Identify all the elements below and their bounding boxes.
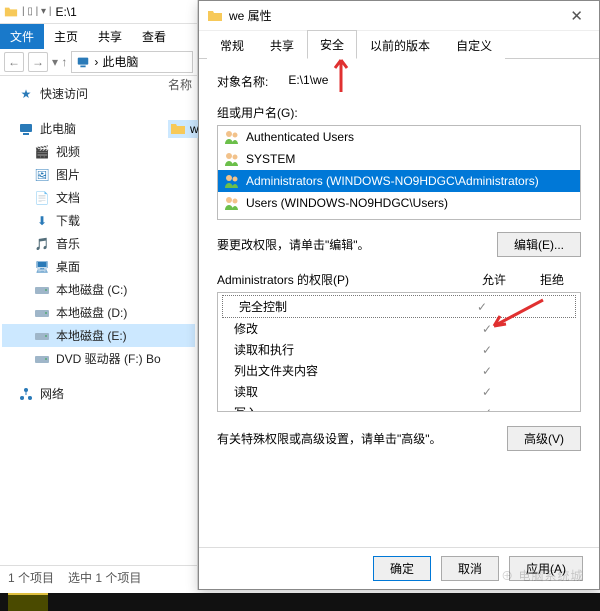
star-icon: ★: [18, 86, 34, 102]
deny-header: 拒绝: [523, 271, 581, 288]
folder-icon: 🖼: [34, 167, 50, 183]
group-label: 组或用户名(G):: [217, 104, 581, 121]
address-bar: ← → ▾ ↑ › 此电脑: [0, 48, 197, 76]
nav-fwd[interactable]: →: [28, 52, 48, 72]
allow-header: 允许: [465, 271, 523, 288]
dialog-title: we 属性: [229, 7, 272, 24]
status-count: 1 个项目: [8, 569, 54, 586]
pc-icon: [18, 121, 34, 137]
security-panel: 对象名称: E:\1\we 组或用户名(G): Authenticated Us…: [199, 59, 599, 547]
tree-quick-access[interactable]: ★ 快速访问: [2, 82, 195, 105]
tab-home[interactable]: 主页: [44, 24, 88, 49]
ribbon: 文件 主页 共享 查看: [0, 24, 197, 48]
tree-item[interactable]: 🖥桌面: [2, 255, 195, 278]
dialog-titlebar: we 属性 ✕: [199, 1, 599, 31]
check-icon: ✓: [458, 343, 516, 357]
status-bar: 1 个项目 选中 1 个项目: [0, 565, 198, 589]
folder-icon: [170, 121, 186, 137]
drive-icon: [34, 351, 50, 367]
properties-dialog: we 属性 ✕ 常规共享安全以前的版本自定义 对象名称: E:\1\we 组或用…: [198, 0, 600, 590]
explorer-titlebar: | ▯ | ▾ | E:\1: [0, 0, 197, 24]
check-icon: ✓: [458, 322, 516, 336]
taskbar-button[interactable]: [8, 593, 48, 611]
edit-hint: 要更改权限，请单击"编辑"。: [217, 236, 370, 253]
tab-share[interactable]: 共享: [88, 24, 132, 49]
tab-view[interactable]: 查看: [132, 24, 176, 49]
folder-icon: 📄: [34, 190, 50, 206]
tree-drive[interactable]: 本地磁盘 (D:): [2, 301, 195, 324]
folder-icon: 🎬: [34, 144, 50, 160]
dialog-tab[interactable]: 以前的版本: [357, 31, 443, 59]
folder-icon: 🖥: [34, 259, 50, 275]
group-row[interactable]: Users (WINDOWS-NO9HDGC\Users): [218, 192, 580, 214]
cancel-button[interactable]: 取消: [441, 556, 499, 581]
check-icon: ✓: [458, 364, 516, 378]
advanced-hint: 有关特殊权限或高级设置，请单击"高级"。: [217, 430, 442, 447]
users-icon: [224, 151, 240, 167]
permission-row[interactable]: 修改✓: [218, 318, 580, 339]
qat: | ▯ | ▾ |: [22, 6, 51, 17]
group-row[interactable]: SYSTEM: [218, 148, 580, 170]
advanced-button[interactable]: 高级(V): [507, 426, 581, 451]
network-icon: [18, 386, 34, 402]
folder-icon: [207, 8, 223, 24]
drive-icon: [34, 305, 50, 321]
tree-drive[interactable]: 本地磁盘 (E:): [2, 324, 195, 347]
permission-row[interactable]: 读取✓: [218, 381, 580, 402]
ok-button[interactable]: 确定: [373, 556, 431, 581]
permission-row[interactable]: 写入✓: [218, 402, 580, 412]
perm-label: Administrators 的权限(P): [217, 271, 465, 288]
group-row[interactable]: Authenticated Users: [218, 126, 580, 148]
drive-icon: [34, 328, 50, 344]
group-row[interactable]: Administrators (WINDOWS-NO9HDGC\Administ…: [218, 170, 580, 192]
dialog-buttons: 确定 取消 应用(A): [199, 547, 599, 589]
tree-drive[interactable]: DVD 驱动器 (F:) Bo: [2, 347, 195, 370]
users-icon: [224, 173, 240, 189]
close-button[interactable]: ✕: [562, 5, 591, 27]
dialog-tabs: 常规共享安全以前的版本自定义: [199, 31, 599, 59]
folder-icon: ⬇: [34, 213, 50, 229]
check-icon: ✓: [453, 300, 511, 314]
title-path: E:\1: [55, 5, 76, 19]
dialog-tab[interactable]: 安全: [307, 30, 357, 59]
dialog-tab[interactable]: 自定义: [443, 31, 505, 59]
drive-icon: [34, 282, 50, 298]
folder-icon: [4, 5, 18, 19]
status-selected: 选中 1 个项目: [68, 569, 141, 586]
nav-up[interactable]: ▾ ↑: [52, 55, 67, 69]
tree-drive[interactable]: 本地磁盘 (C:): [2, 278, 195, 301]
nav-back[interactable]: ←: [4, 52, 24, 72]
permission-row[interactable]: 完全控制✓: [222, 295, 576, 318]
tree-network[interactable]: 网络: [2, 382, 195, 405]
object-label: 对象名称:: [217, 73, 268, 90]
breadcrumb-box[interactable]: › 此电脑: [71, 51, 193, 73]
users-icon: [224, 129, 240, 145]
apply-button[interactable]: 应用(A): [509, 556, 583, 581]
tree-thispc[interactable]: 此电脑: [2, 117, 195, 140]
permission-row[interactable]: 列出文件夹内容✓: [218, 360, 580, 381]
check-icon: ✓: [458, 406, 516, 413]
folder-icon: 🎵: [34, 236, 50, 252]
users-icon: [224, 195, 240, 211]
object-value: E:\1\we: [288, 73, 328, 90]
permission-row[interactable]: 读取和执行✓: [218, 339, 580, 360]
permissions-list[interactable]: 完全控制✓修改✓读取和执行✓列出文件夹内容✓读取✓写入✓: [217, 292, 581, 412]
tree-item[interactable]: 🖼图片: [2, 163, 195, 186]
check-icon: ✓: [458, 385, 516, 399]
tree-item[interactable]: 🎵音乐: [2, 232, 195, 255]
group-list[interactable]: Authenticated UsersSYSTEMAdministrators …: [217, 125, 581, 220]
edit-button[interactable]: 编辑(E)...: [497, 232, 581, 257]
dialog-tab[interactable]: 常规: [207, 31, 257, 59]
dialog-tab[interactable]: 共享: [257, 31, 307, 59]
tree-item[interactable]: ⬇下载: [2, 209, 195, 232]
column-header-name[interactable]: 名称: [168, 76, 192, 93]
tree-item[interactable]: 📄文档: [2, 186, 195, 209]
taskbar: [0, 593, 600, 611]
tree-item[interactable]: 🎬视频: [2, 140, 195, 163]
tab-file[interactable]: 文件: [0, 24, 44, 49]
breadcrumb: 此电脑: [102, 53, 138, 70]
pc-icon: [76, 55, 90, 69]
